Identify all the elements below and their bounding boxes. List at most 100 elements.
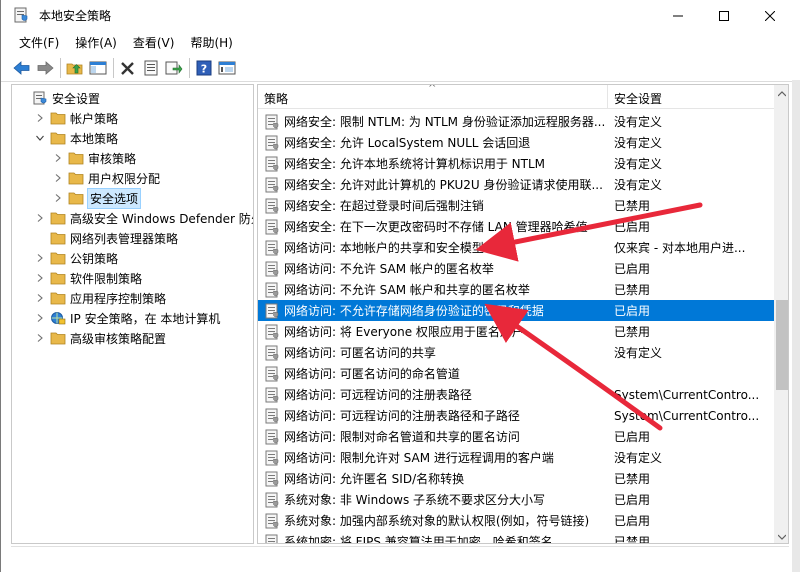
table-row[interactable]: 网络访问: 可匿名访问的命名管道 (258, 363, 774, 384)
table-row[interactable]: 网络访问: 不允许 SAM 帐户的匿名枚举 已启用 (258, 258, 774, 279)
tree-item-7[interactable]: 网络列表管理器策略 (34, 228, 178, 248)
policy-setting: 已启用 (614, 304, 651, 318)
delete-button[interactable] (117, 57, 139, 79)
help-icon: ? (196, 60, 212, 75)
console-button[interactable] (216, 57, 238, 79)
up-level-button[interactable] (64, 57, 86, 79)
table-row[interactable]: 网络访问: 允许匿名 SID/名称转换 已禁用 (258, 468, 774, 489)
back-button[interactable] (11, 57, 33, 79)
window-title: 本地安全策略 (39, 9, 112, 23)
chevron-right-icon[interactable] (34, 312, 46, 324)
column-header-setting[interactable]: 安全设置 (608, 85, 774, 109)
properties-button[interactable] (140, 57, 162, 79)
help-button[interactable]: ? (193, 57, 215, 79)
policy-setting: 没有定义 (614, 157, 663, 171)
tree-item-11[interactable]: IP 安全策略，在 本地计算机 (34, 308, 220, 328)
table-row[interactable]: 网络安全: 限制 NTLM: 为 NTLM 身份验证添加远程服务器... 没有定义 (258, 111, 774, 132)
policy-name: 网络访问: 不允许 SAM 帐户和共享的匿名枚举 (284, 283, 530, 297)
tree-item-label: 网络列表管理器策略 (70, 231, 179, 246)
maximize-button[interactable] (701, 0, 747, 31)
folder-icon (68, 151, 84, 165)
menu-view[interactable]: 查看(V) (125, 31, 183, 53)
column-policy-label: 策略 (264, 92, 289, 106)
policy-icon (264, 261, 280, 277)
tree-item-label: 高级审核策略配置 (70, 331, 167, 346)
tree-item-12[interactable]: 高级审核策略配置 (34, 328, 166, 348)
table-row[interactable]: 网络访问: 本地帐户的共享和安全模型 仅来宾 - 对本地用户进... (258, 237, 774, 258)
policy-setting: 已禁用 (614, 325, 651, 339)
chevron-right-icon[interactable] (34, 272, 46, 284)
policy-icon (264, 408, 280, 424)
table-row[interactable]: 网络访问: 限制允许对 SAM 进行远程调用的客户端 没有定义 (258, 447, 774, 468)
table-row[interactable]: 网络访问: 不允许 SAM 帐户和共享的匿名枚举 已禁用 (258, 279, 774, 300)
chevron-down-icon[interactable] (34, 132, 46, 144)
scroll-down-button[interactable] (774, 528, 788, 543)
vertical-scrollbar[interactable] (774, 85, 788, 543)
table-row[interactable]: 网络访问: 限制对命名管道和共享的匿名访问 已启用 (258, 426, 774, 447)
tree-item-label: IP 安全策略，在 本地计算机 (70, 311, 221, 326)
chevron-right-icon[interactable] (34, 212, 46, 224)
table-row[interactable]: 网络访问: 不允许存储网络身份验证的密码和凭据 已启用 (258, 300, 774, 321)
show-hide-tree-button[interactable] (87, 57, 109, 79)
table-row[interactable]: 网络安全: 在超过登录时间后强制注销 已禁用 (258, 195, 774, 216)
scroll-up-button[interactable] (774, 85, 788, 102)
policy-setting: 没有定义 (614, 178, 663, 192)
console-tree[interactable]: 安全设置 帐户策略 本地策略 审核策略 用户权限分配 安全选项 高级安全 Windows D… (11, 84, 254, 544)
folder-icon (50, 271, 66, 285)
folder-icon (50, 211, 66, 225)
tree-item-1[interactable]: 帐户策略 (34, 108, 118, 128)
policy-name: 网络安全: 限制 NTLM: 为 NTLM 身份验证添加远程服务器... (284, 115, 606, 129)
title-bar[interactable]: 本地安全策略 (1, 0, 800, 31)
policy-setting: 没有定义 (614, 346, 663, 360)
chevron-right-icon[interactable] (52, 192, 64, 204)
export-list-button[interactable] (163, 57, 185, 79)
tree-item-6[interactable]: 高级安全 Windows Defender 防火墙 (34, 208, 253, 228)
folder-icon (50, 231, 66, 245)
policy-icon (264, 135, 280, 151)
table-row[interactable]: 系统对象: 非 Windows 子系统不要求区分大小写 已启用 (258, 489, 774, 510)
table-row[interactable]: 网络访问: 可远程访问的注册表路径和子路径 System\CurrentContr… (258, 405, 774, 426)
tree-item-4[interactable]: 用户权限分配 (52, 168, 160, 188)
chevron-right-icon[interactable] (34, 292, 46, 304)
tree-item-9[interactable]: 软件限制策略 (34, 268, 142, 288)
table-row[interactable]: 网络访问: 可匿名访问的共享 没有定义 (258, 342, 774, 363)
table-row[interactable]: 网络安全: 允许本地系统将计算机标识用于 NTLM 没有定义 (258, 153, 774, 174)
local-security-policy-window: 本地安全策略 文件(F) 操作(A) 查看(V) 帮助(H) ? 安全设置 帐户… (0, 0, 800, 572)
tree-item-8[interactable]: 公钥策略 (34, 248, 118, 268)
table-row[interactable]: 系统对象: 加强内部系统对象的默认权限(例如，符号链接) 已启用 (258, 510, 774, 531)
chevron-right-icon[interactable] (34, 332, 46, 344)
sort-ascending-icon: ^ (428, 84, 437, 94)
table-row[interactable]: 网络访问: 可远程访问的注册表路径 System\CurrentContro... (258, 384, 774, 405)
tree-item-2[interactable]: 本地策略 (34, 128, 118, 148)
menu-help[interactable]: 帮助(H) (182, 31, 240, 53)
chevron-right-icon[interactable] (52, 172, 64, 184)
tree-item-label: 公钥策略 (70, 251, 119, 266)
chevron-right-icon[interactable] (34, 112, 46, 124)
folder-icon (68, 191, 84, 205)
column-header-policy[interactable]: 策略 ^ (258, 85, 608, 109)
toolbar-separator (113, 57, 114, 78)
scrollbar-thumb[interactable] (776, 300, 788, 390)
toolbar: ? (1, 54, 800, 82)
table-row[interactable]: 网络安全: 允许 LocalSystem NULL 会话回退 没有定义 (258, 132, 774, 153)
policy-name: 网络访问: 可匿名访问的共享 (284, 346, 436, 360)
menu-action[interactable]: 操作(A) (67, 31, 125, 53)
policy-icon (264, 240, 280, 256)
minimize-button[interactable] (655, 0, 701, 31)
tree-item-0[interactable]: 安全设置 (16, 88, 100, 108)
chevron-right-icon[interactable] (34, 252, 46, 264)
tree-item-5[interactable]: 安全选项 (52, 187, 142, 209)
tree-item-10[interactable]: 应用程序控制策略 (34, 288, 166, 308)
table-row[interactable]: 网络安全: 允许对此计算机的 PKU2U 身份验证请求使用联... 没有定义 (258, 174, 774, 195)
policy-list[interactable]: 策略 ^ 安全设置 网络安全: 限制 NTLM: 为 NTLM 身份验证添加远程… (257, 84, 789, 544)
chevron-right-icon[interactable] (52, 152, 64, 164)
close-button[interactable] (747, 0, 793, 31)
table-row[interactable]: 系统加密: 将 FIPS 兼容算法用于加密，哈希和签名 已禁用 (258, 531, 774, 543)
tree-item-3[interactable]: 审核策略 (52, 148, 136, 168)
menu-file[interactable]: 文件(F) (11, 31, 67, 53)
forward-button[interactable] (34, 57, 56, 79)
table-row[interactable]: 网络访问: 将 Everyone 权限应用于匿名用户 已禁用 (258, 321, 774, 342)
table-row[interactable]: 网络安全: 在下一次更改密码时不存储 LAN 管理器哈希值 已启用 (258, 216, 774, 237)
policy-name: 网络访问: 不允许存储网络身份验证的密码和凭据 (284, 304, 544, 318)
